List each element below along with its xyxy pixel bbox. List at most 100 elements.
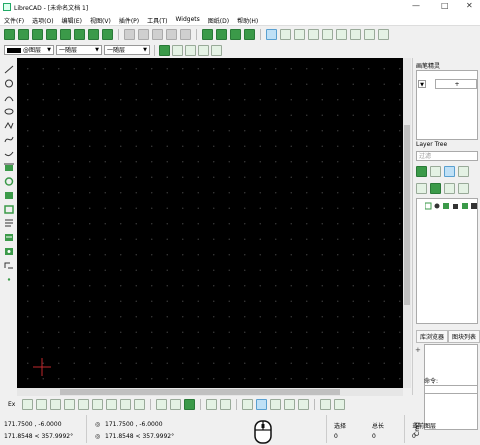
- command-input[interactable]: [424, 385, 478, 394]
- pen-dropdown[interactable]: ▼: [418, 80, 426, 88]
- menu-drawing[interactable]: 图纸(D): [204, 14, 233, 25]
- new-file-icon[interactable]: [4, 29, 15, 40]
- restrict-horizontal-icon[interactable]: [156, 399, 168, 410]
- restrict-vertical-icon[interactable]: [170, 399, 182, 410]
- dimension-icon[interactable]: [3, 162, 15, 173]
- back-arrow-icon[interactable]: [159, 44, 170, 56]
- layer-tree-list[interactable]: [416, 198, 478, 324]
- select-icon[interactable]: [172, 44, 183, 56]
- vertical-scrollbar-thumb[interactable]: [404, 125, 410, 305]
- tab-block-list[interactable]: 图块列表: [448, 330, 480, 343]
- menu-options[interactable]: 选项(O): [28, 14, 57, 25]
- view-icon-2[interactable]: [256, 399, 268, 410]
- layer-filter-input[interactable]: 过滤: [416, 151, 478, 161]
- copy-icon[interactable]: [138, 29, 149, 40]
- snap-distance-icon[interactable]: [106, 399, 118, 410]
- open-file-icon[interactable]: [32, 29, 43, 40]
- snap-cross-icon[interactable]: [134, 399, 146, 410]
- lock-relative-zero-icon[interactable]: [220, 399, 232, 410]
- snap-grid-icon[interactable]: [36, 399, 48, 410]
- menu-edit[interactable]: 编辑(E): [58, 14, 86, 25]
- undo-icon[interactable]: [166, 29, 177, 40]
- block-icon[interactable]: [3, 204, 15, 215]
- layer-settings-icon[interactable]: [430, 182, 441, 194]
- linetype-combo[interactable]: 一随层 ▼: [56, 45, 102, 55]
- hide-all-icon[interactable]: [444, 182, 455, 194]
- view-icon-5[interactable]: [298, 399, 310, 410]
- image-icon[interactable]: [3, 246, 15, 257]
- snap-icon[interactable]: [3, 176, 15, 187]
- maximize-button[interactable]: □: [441, 2, 449, 10]
- snap-middle-icon[interactable]: [92, 399, 104, 410]
- snap-intersection-icon[interactable]: [120, 399, 132, 410]
- horizontal-scrollbar-thumb[interactable]: [60, 389, 340, 395]
- spline-icon[interactable]: [3, 134, 15, 145]
- select-tool-icon[interactable]: [3, 260, 15, 271]
- zoom-out-icon[interactable]: [322, 29, 333, 40]
- view-icon-4[interactable]: [284, 399, 296, 410]
- restrict-orthogonal-icon[interactable]: [184, 399, 196, 410]
- pen-add-button[interactable]: +: [435, 79, 477, 89]
- add-icon[interactable]: +: [415, 346, 421, 354]
- linewidth-combo[interactable]: 一随层 ▼: [104, 45, 150, 55]
- save-all-icon[interactable]: [74, 29, 85, 40]
- tab-library-browser[interactable]: 库浏览器: [416, 330, 449, 343]
- zoom-auto-icon[interactable]: [336, 29, 347, 40]
- zoom-in-icon[interactable]: [308, 29, 319, 40]
- view-icon-3[interactable]: [270, 399, 282, 410]
- point-icon[interactable]: [3, 274, 15, 285]
- add-layer-icon[interactable]: [444, 166, 455, 177]
- curve-icon[interactable]: [3, 148, 15, 159]
- menu-help[interactable]: 帮助(H): [233, 14, 262, 25]
- menu-widgets[interactable]: Widgets: [172, 14, 204, 25]
- snap-tool-icon[interactable]: [185, 44, 196, 56]
- print-icon[interactable]: [88, 29, 99, 40]
- snap-free-icon[interactable]: [22, 399, 34, 410]
- arc-icon[interactable]: [3, 92, 15, 103]
- ellipse-icon[interactable]: [3, 106, 15, 117]
- fullscreen-icon[interactable]: [202, 29, 213, 40]
- new-template-icon[interactable]: [18, 29, 29, 40]
- save-icon[interactable]: [46, 29, 57, 40]
- layer-combo[interactable]: @图层 ▼: [4, 45, 54, 55]
- pen-tool-icon[interactable]: [198, 44, 209, 56]
- redo-icon[interactable]: [180, 29, 191, 40]
- print-preview-icon[interactable]: [102, 29, 113, 40]
- status-bar-toggle-icon[interactable]: [216, 29, 227, 40]
- circle-icon[interactable]: [3, 78, 15, 89]
- menu-file[interactable]: 文件(F): [0, 14, 28, 25]
- zoom-pan-icon[interactable]: [378, 29, 389, 40]
- close-button[interactable]: ✕: [466, 2, 473, 10]
- draft-mode-icon[interactable]: [280, 29, 291, 40]
- view-icon-1[interactable]: [242, 399, 254, 410]
- drawing-canvas[interactable]: [17, 58, 403, 388]
- snap-endpoint-icon[interactable]: [50, 399, 62, 410]
- grid-toggle-icon[interactable]: [266, 29, 277, 40]
- menu-view[interactable]: 视图(V): [86, 14, 115, 25]
- redraw-icon[interactable]: [294, 29, 305, 40]
- hatch-icon[interactable]: [3, 190, 15, 201]
- zoom-previous-icon[interactable]: [350, 29, 361, 40]
- line-icon[interactable]: [3, 64, 15, 75]
- block-insert-icon[interactable]: [320, 399, 332, 410]
- snap-on-entity-icon[interactable]: [64, 399, 76, 410]
- lock-icon[interactable]: [416, 182, 427, 194]
- info-icon[interactable]: [3, 218, 15, 229]
- block-edit-icon[interactable]: [334, 399, 346, 410]
- snap-center-icon[interactable]: [78, 399, 90, 410]
- polyline-icon[interactable]: [3, 120, 15, 131]
- menu-tools[interactable]: 工具(T): [143, 14, 171, 25]
- view-options-icon[interactable]: [230, 29, 241, 40]
- visibility-icon[interactable]: [430, 166, 441, 177]
- save-as-icon[interactable]: [60, 29, 71, 40]
- minimize-button[interactable]: —: [412, 2, 420, 10]
- cut-icon[interactable]: [124, 29, 135, 40]
- zoom-window-icon[interactable]: [364, 29, 375, 40]
- show-all-icon[interactable]: [416, 166, 427, 177]
- remove-layer-icon[interactable]: [458, 166, 469, 177]
- modify-icon[interactable]: [3, 232, 15, 243]
- paste-icon[interactable]: [152, 29, 163, 40]
- relative-zero-icon[interactable]: [206, 399, 218, 410]
- menu-plugins[interactable]: 插件(P): [115, 14, 143, 25]
- eyedropper-icon[interactable]: [211, 44, 222, 56]
